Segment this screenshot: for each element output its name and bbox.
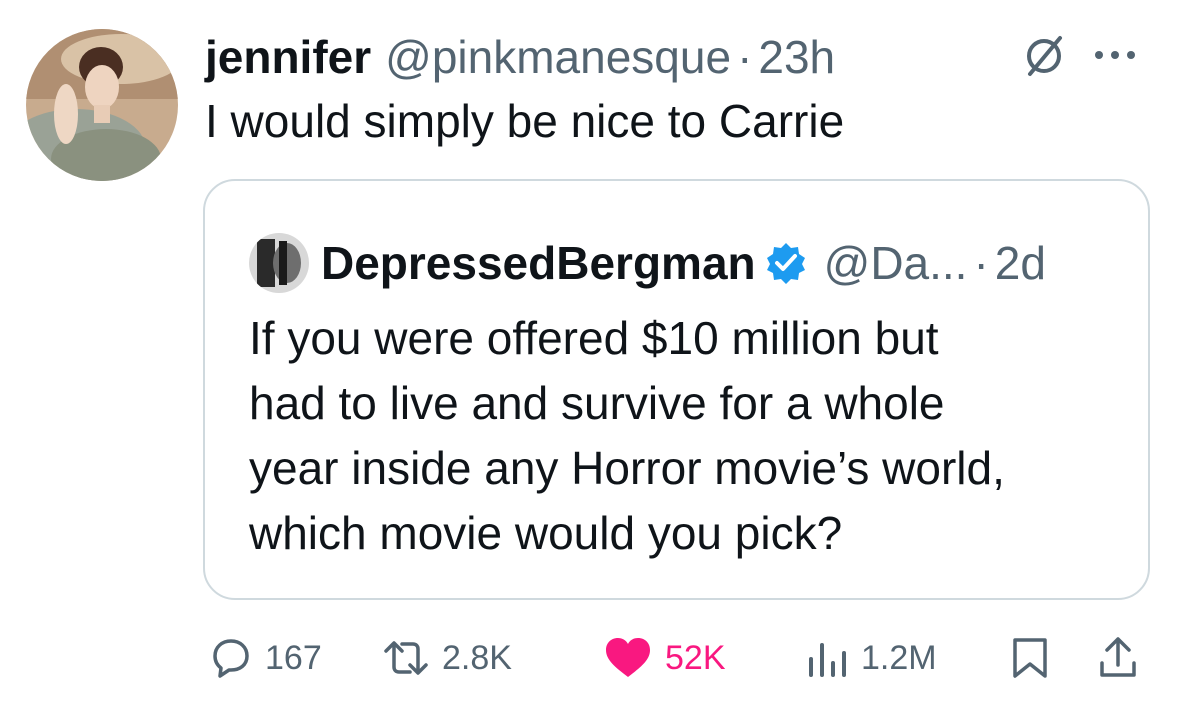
reply-icon — [213, 639, 249, 678]
action-bar: 167 2.8K 52K 1.2M — [0, 628, 1179, 688]
quoted-post-card[interactable]: DepressedBergman @Da... · 2d If you were… — [203, 179, 1150, 600]
post-text: I would simply be nice to Carrie — [205, 95, 845, 147]
quoted-post-text: If you were offered $10 million but had … — [249, 306, 1129, 566]
bookmark-icon — [1013, 638, 1047, 678]
like-button[interactable]: 52K — [603, 628, 726, 688]
repost-button[interactable]: 2.8K — [382, 628, 512, 688]
quoted-text-line: If you were offered $10 million but — [249, 312, 939, 364]
author-avatar[interactable] — [26, 29, 178, 181]
repost-count: 2.8K — [442, 638, 512, 677]
post-timestamp[interactable]: 23h — [758, 30, 835, 84]
reply-count: 167 — [265, 638, 322, 677]
grok-slash-circle-icon[interactable] — [1020, 32, 1068, 80]
quoted-header-separator: · — [973, 237, 989, 289]
views-count: 1.2M — [861, 638, 937, 677]
views-button[interactable]: 1.2M — [805, 628, 937, 688]
reply-button[interactable]: 167 — [207, 628, 322, 688]
views-chart-icon — [809, 643, 846, 677]
repost-icon — [384, 641, 428, 675]
quoted-author-handle[interactable]: @Da... — [824, 236, 968, 290]
quoted-post-timestamp[interactable]: 2d — [995, 236, 1046, 290]
share-button[interactable] — [1096, 628, 1140, 688]
heart-icon — [606, 638, 650, 677]
share-icon — [1100, 637, 1136, 677]
like-count: 52K — [665, 638, 726, 677]
verified-badge-icon — [766, 243, 805, 284]
author-handle[interactable]: @pinkmanesque — [385, 30, 731, 84]
bookmark-button[interactable] — [1008, 628, 1052, 688]
header-separator: · — [737, 31, 753, 83]
quoted-text-line: had to live and survive for a whole — [249, 377, 945, 429]
author-name[interactable]: jennifer — [205, 30, 371, 84]
quoted-post-header: DepressedBergman @Da... · 2d — [321, 231, 1046, 295]
quoted-text-line: which movie would you pick? — [249, 507, 843, 559]
quoted-text-line: year inside any Horror movie’s world, — [249, 442, 1005, 494]
post-header: jennifer @pinkmanesque · 23h — [205, 30, 835, 84]
quoted-author-name[interactable]: DepressedBergman — [321, 236, 756, 290]
avatar-photo — [26, 29, 178, 181]
quoted-avatar-photo — [249, 233, 309, 293]
quoted-author-avatar[interactable] — [249, 233, 309, 293]
more-dots-icon[interactable] — [1090, 40, 1140, 70]
